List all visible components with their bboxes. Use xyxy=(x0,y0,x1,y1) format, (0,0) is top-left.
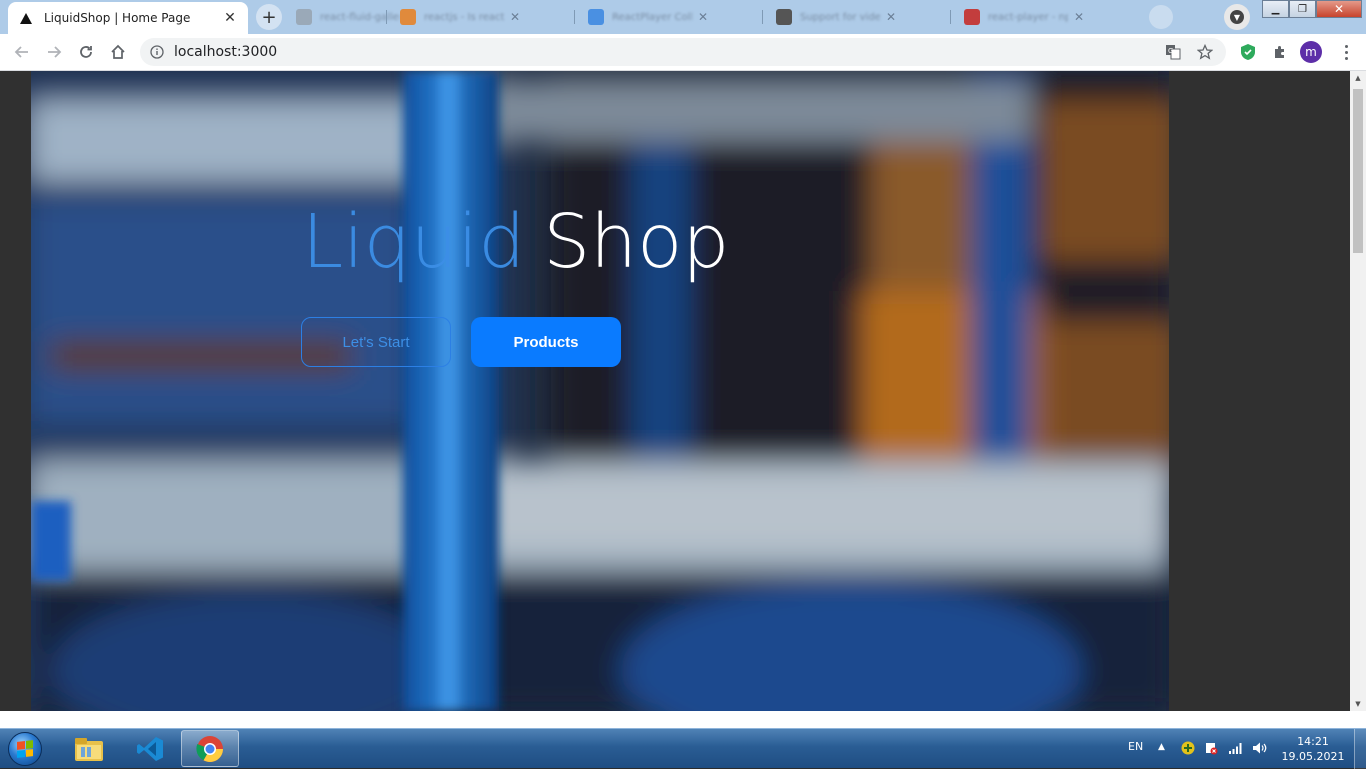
show-hidden-icons[interactable]: ▲ xyxy=(1158,742,1165,752)
background-tab-title: react-fluid-gallery xyxy=(320,11,400,23)
background-tab-title: reactjs - Is react-player xyxy=(424,11,504,23)
page-scrollbar[interactable]: ▲ ▼ xyxy=(1350,71,1366,711)
brand-title-shop: Shop xyxy=(543,199,730,285)
volume-icon[interactable] xyxy=(1252,740,1268,756)
tab-separator xyxy=(574,10,575,24)
new-tab-button[interactable]: + xyxy=(256,4,282,30)
tab-strip: LiquidShop | Home Page ✕ + react-fluid-g… xyxy=(0,0,1366,34)
github-icon xyxy=(776,9,792,25)
tab-search-button[interactable] xyxy=(1149,5,1173,29)
background-tab-title: Support for video inside xyxy=(800,11,880,23)
tab-separator xyxy=(762,10,763,24)
reload-icon xyxy=(80,46,92,58)
info-icon xyxy=(150,45,164,59)
page-bottom-strip xyxy=(0,711,1366,728)
scroll-down-icon[interactable]: ▼ xyxy=(1350,697,1366,711)
close-tab-icon[interactable]: ✕ xyxy=(510,10,520,24)
window-controls: ▁ ❐ ✕ xyxy=(1262,0,1362,18)
tab-separator xyxy=(950,10,951,24)
triangle-icon xyxy=(18,10,34,26)
tab-separator xyxy=(386,10,387,24)
chrome-icon xyxy=(196,735,224,762)
page-viewport: Liquid Shop Let's Start Products xyxy=(0,71,1350,711)
npm-icon xyxy=(964,9,980,25)
tab-title: LiquidShop | Home Page xyxy=(44,11,191,25)
forward-button[interactable] xyxy=(40,38,68,66)
chevron-down-icon: ▼ xyxy=(1230,10,1244,24)
show-desktop-button[interactable] xyxy=(1354,729,1366,769)
background-tab-title: ReactPlayer Collection xyxy=(612,11,692,23)
brand-title-liquid: Liquid xyxy=(302,199,526,285)
avatar[interactable]: m xyxy=(1300,41,1322,63)
taskbar-clock[interactable]: 14:21 19.05.2021 xyxy=(1280,734,1346,764)
hero-background-image xyxy=(31,71,1169,711)
taskbar-vscode[interactable] xyxy=(121,730,179,767)
vscode-icon xyxy=(137,736,163,761)
language-indicator[interactable]: EN xyxy=(1128,740,1143,753)
action-center-icon[interactable] xyxy=(1203,740,1219,756)
globe-icon xyxy=(296,9,312,25)
arrow-left-icon xyxy=(14,46,28,58)
network-icon[interactable] xyxy=(1228,740,1244,756)
maximize-button[interactable]: ❐ xyxy=(1289,0,1316,18)
close-tab-icon[interactable]: ✕ xyxy=(1074,10,1084,24)
home-icon xyxy=(111,44,125,59)
clock-time: 14:21 xyxy=(1297,735,1329,748)
star-icon[interactable] xyxy=(1194,41,1216,63)
close-tab-icon[interactable]: ✕ xyxy=(886,10,896,24)
windows-logo-icon xyxy=(8,732,42,766)
lets-start-button[interactable]: Let's Start xyxy=(301,317,451,367)
menu-dots-icon[interactable] xyxy=(1336,40,1356,64)
start-button[interactable] xyxy=(4,731,46,767)
puzzle-icon[interactable] xyxy=(1268,40,1292,64)
background-tab-title: react-player - npm xyxy=(988,11,1068,23)
background-tab[interactable]: Support for video inside ✕ xyxy=(768,4,904,30)
brand-title: Liquid Shop xyxy=(302,205,729,279)
back-button[interactable] xyxy=(8,38,36,66)
shield-extension-icon[interactable] xyxy=(1236,40,1260,64)
address-bar[interactable]: localhost:3000 G xyxy=(140,38,1226,66)
clock-date: 19.05.2021 xyxy=(1281,750,1345,763)
translate-icon[interactable]: G xyxy=(1162,41,1184,63)
browser-toolbar: localhost:3000 G m xyxy=(0,34,1366,71)
hero-video-background: Liquid Shop Let's Start Products xyxy=(31,71,1169,711)
background-tab[interactable]: reactjs - Is react-player ✕ xyxy=(392,4,528,30)
stackoverflow-icon xyxy=(400,9,416,25)
background-tab[interactable]: ReactPlayer Collection ✕ xyxy=(580,4,716,30)
arrow-right-icon xyxy=(48,46,62,58)
svg-text:G: G xyxy=(1168,47,1173,55)
scroll-up-icon[interactable]: ▲ xyxy=(1350,71,1366,85)
tray-app-icon[interactable] xyxy=(1180,740,1196,756)
scrollbar-thumb[interactable] xyxy=(1353,89,1363,253)
folder-icon xyxy=(75,737,103,761)
taskbar-chrome[interactable] xyxy=(181,730,239,767)
tab-active[interactable]: LiquidShop | Home Page ✕ xyxy=(8,2,248,34)
codepen-icon xyxy=(588,9,604,25)
taskbar-explorer[interactable] xyxy=(60,730,118,767)
minimize-button[interactable]: ▁ xyxy=(1262,0,1289,18)
home-button[interactable] xyxy=(104,38,132,66)
url-text: localhost:3000 xyxy=(174,44,278,60)
tab-dropdown-button[interactable]: ▼ xyxy=(1224,4,1250,30)
close-tab-icon[interactable]: ✕ xyxy=(222,10,238,26)
products-button[interactable]: Products xyxy=(471,317,621,367)
windows-taskbar: EN ▲ 14:21 19.05.2021 xyxy=(0,728,1366,769)
close-window-button[interactable]: ✕ xyxy=(1316,0,1362,18)
background-tab[interactable]: react-player - npm ✕ xyxy=(956,4,1092,30)
reload-button[interactable] xyxy=(72,38,100,66)
close-tab-icon[interactable]: ✕ xyxy=(698,10,708,24)
